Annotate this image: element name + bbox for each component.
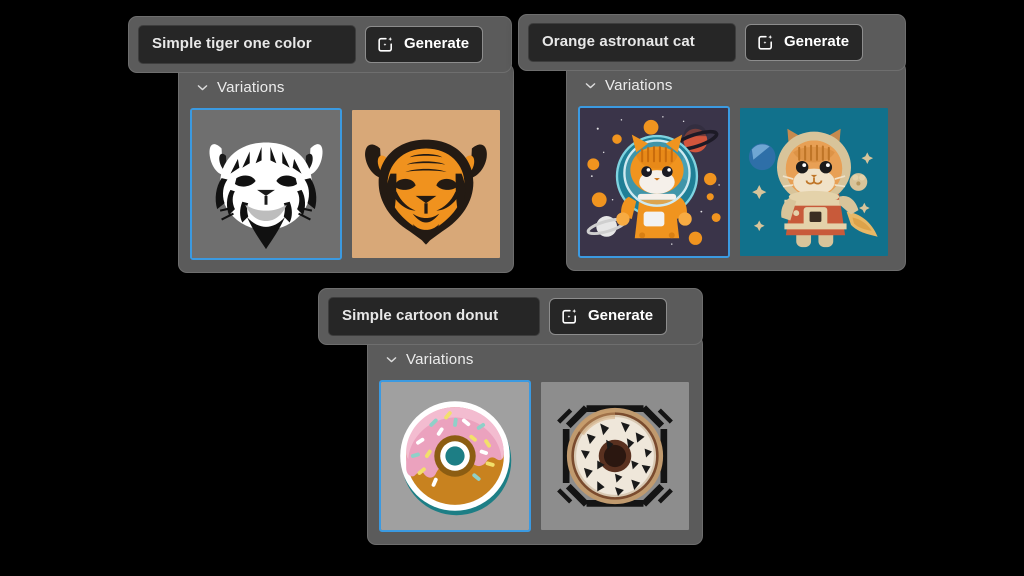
variations-section-toggle[interactable]: Variations	[379, 351, 691, 368]
panel-header: Simple tiger one color Generate	[128, 16, 512, 73]
generate-button-label: Generate	[404, 35, 470, 52]
variation-thumbnail[interactable]	[350, 108, 502, 260]
variation-thumbnail[interactable]	[738, 106, 890, 258]
variations-label: Variations	[406, 350, 474, 368]
variations-section-toggle[interactable]: Variations	[578, 77, 894, 94]
variations-label: Variations	[605, 76, 673, 94]
variations-grid	[379, 379, 691, 532]
astronaut-cat-space-scene	[580, 107, 728, 256]
variation-thumbnail[interactable]	[539, 380, 691, 532]
white-tiger-line-art	[192, 109, 340, 258]
prompt-input[interactable]: Simple tiger one color	[138, 25, 356, 64]
generate-button-label: Generate	[588, 307, 654, 324]
sparkle-square-icon	[756, 33, 775, 52]
variations-grid	[190, 107, 502, 260]
prompt-input[interactable]: Orange astronaut cat	[528, 23, 736, 62]
variations-grid	[578, 105, 894, 258]
panel-header: Simple cartoon donut Generate	[318, 288, 703, 345]
chevron-down-icon	[385, 353, 398, 366]
chevron-down-icon	[196, 81, 209, 94]
generation-panel-tiger: Simple tiger one color Generate Variatio…	[128, 16, 514, 273]
sparkle-square-icon	[560, 307, 579, 326]
generation-panel-donut: Simple cartoon donut Generate Variations	[318, 288, 703, 545]
variations-section-toggle[interactable]: Variations	[190, 79, 502, 96]
prompt-input[interactable]: Simple cartoon donut	[328, 297, 540, 336]
variation-thumbnail[interactable]	[379, 379, 531, 532]
pink-frosted-donut-sticker	[381, 381, 529, 530]
orange-tiger-flat	[352, 109, 500, 258]
generate-button[interactable]: Generate	[549, 297, 668, 335]
generate-button[interactable]: Generate	[365, 25, 484, 63]
panel-body: Variations	[566, 60, 906, 271]
variation-thumbnail[interactable]	[578, 105, 730, 258]
generate-button[interactable]: Generate	[745, 23, 864, 61]
generate-button-label: Generate	[784, 33, 850, 50]
panel-body: Variations	[178, 62, 514, 273]
panel-body: Variations	[367, 334, 703, 545]
sparkle-square-icon	[376, 35, 395, 54]
astronaut-cat-teal-portrait	[740, 107, 888, 256]
generation-panel-cat: Orange astronaut cat Generate Variations	[518, 14, 906, 271]
variations-label: Variations	[217, 78, 285, 96]
chevron-down-icon	[584, 79, 597, 92]
white-frosted-donut-abstract	[541, 381, 689, 530]
panel-header: Orange astronaut cat Generate	[518, 14, 906, 71]
variation-thumbnail[interactable]	[190, 107, 342, 260]
screenshot-canvas: Simple tiger one color Generate Variatio…	[0, 0, 1024, 576]
